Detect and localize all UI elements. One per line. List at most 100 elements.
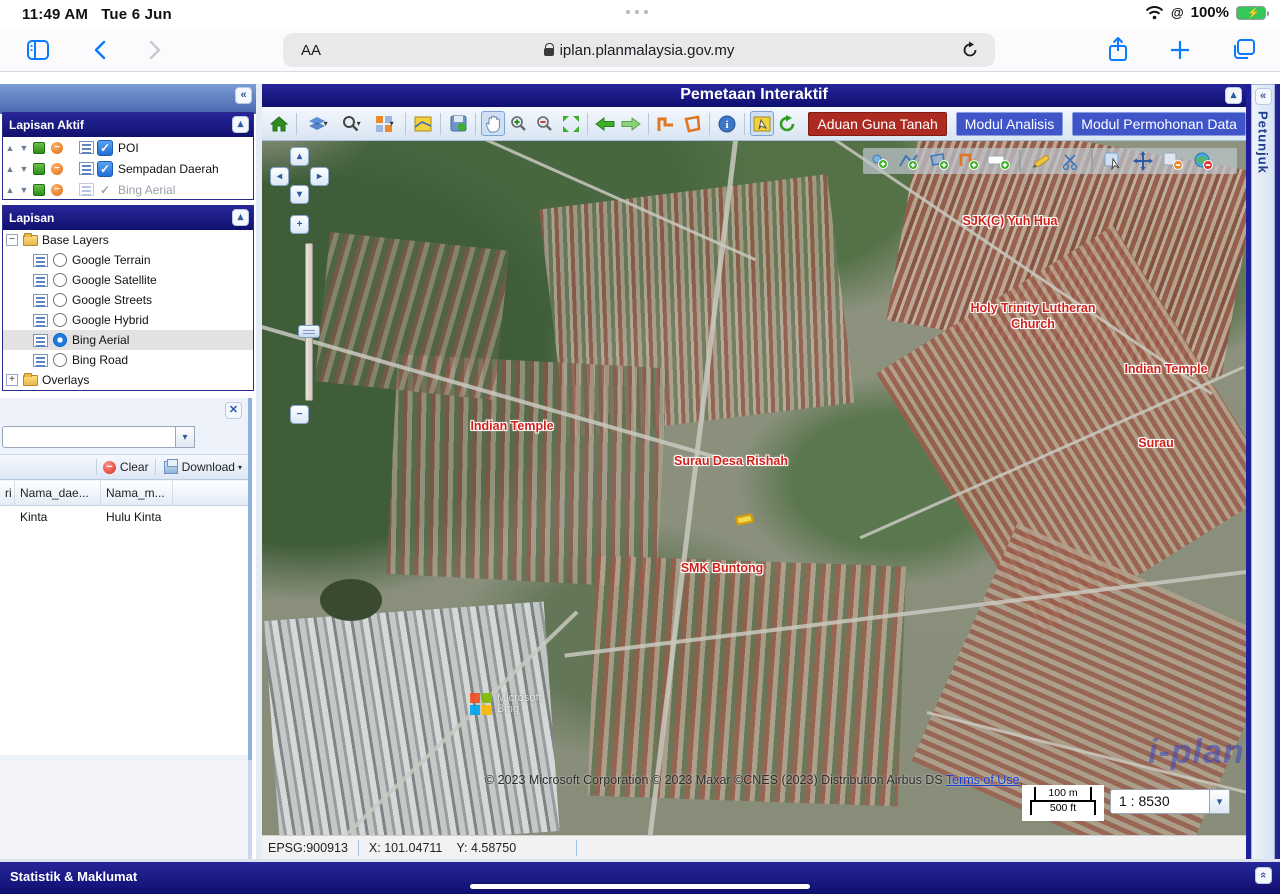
zoom-out-button[interactable]: − (290, 405, 309, 424)
baselayer-radio-selected[interactable] (53, 333, 67, 347)
zoom-slider-handle[interactable] (298, 325, 320, 338)
draw-line-button[interactable] (897, 151, 921, 171)
collapse-sidebar-button[interactable]: « (235, 87, 252, 104)
table-row[interactable]: Kinta Hulu Kinta (0, 506, 248, 529)
draw-point-button[interactable] (867, 151, 891, 171)
pan-north-button[interactable]: ▴ (290, 147, 309, 166)
baselayer-radio[interactable] (53, 353, 67, 367)
baselayer-radio[interactable] (53, 253, 67, 267)
basemap-menu-button[interactable]: ▾ (302, 111, 334, 136)
share-button[interactable] (1106, 36, 1130, 64)
search-combobox[interactable] (2, 426, 176, 448)
layer-style-icon[interactable] (33, 354, 48, 367)
move-down-icon[interactable]: ▼ (17, 143, 31, 153)
identify-tool-button[interactable] (750, 111, 774, 136)
draw-label-button[interactable] (987, 151, 1011, 171)
collapse-map-title-button[interactable]: ▴ (1225, 87, 1242, 104)
select-feature-button[interactable] (1101, 151, 1125, 171)
scale-select[interactable]: 1 : 8530 ▾ (1110, 789, 1230, 814)
close-results-button[interactable]: ✕ (225, 402, 242, 419)
move-down-icon[interactable]: ▼ (17, 185, 31, 195)
reload-button[interactable] (961, 41, 979, 59)
baselayer-row[interactable]: Bing Road (3, 350, 253, 370)
layer-table-icon[interactable] (33, 142, 45, 154)
address-bar[interactable]: AA iplan.planmalaysia.gov.my (283, 33, 995, 67)
aduan-guna-tanah-button[interactable]: Aduan Guna Tanah (808, 112, 946, 136)
tiles-menu-button[interactable]: ▾ (369, 111, 401, 136)
clear-features-button[interactable] (1191, 151, 1215, 171)
pan-west-button[interactable]: ◂ (270, 167, 289, 186)
baselayer-row[interactable]: Google Terrain (3, 250, 253, 270)
expand-node-icon[interactable]: + (6, 374, 18, 386)
draw-polygon-button[interactable] (927, 151, 951, 171)
collapse-node-icon[interactable]: − (6, 234, 18, 246)
info-button[interactable]: i (715, 111, 739, 136)
zoom-out-tool-button[interactable] (533, 111, 557, 136)
active-layer-row[interactable]: ▲▼ − ✓ POI (3, 137, 253, 158)
pan-south-button[interactable]: ▾ (290, 185, 309, 204)
download-button[interactable]: Download ▾ (162, 460, 242, 474)
back-button[interactable] (90, 38, 112, 62)
baselayer-radio[interactable] (53, 273, 67, 287)
baselayer-row[interactable]: Google Satellite (3, 270, 253, 290)
layer-checkbox[interactable]: ✓ (97, 161, 113, 177)
forward-button[interactable] (143, 38, 165, 62)
move-down-icon[interactable]: ▼ (17, 164, 31, 174)
tree-node-overlays[interactable]: + Overlays (3, 370, 253, 390)
baselayer-row[interactable]: Google Hybrid (3, 310, 253, 330)
layer-style-icon[interactable] (33, 334, 48, 347)
layer-table-icon[interactable] (33, 184, 45, 196)
modul-permohonan-data-button[interactable]: Modul Permohonan Data (1072, 112, 1246, 136)
expand-petunjuk-button[interactable]: « (1255, 88, 1272, 105)
east-panel-collapsed[interactable]: « Petunjuk (1246, 84, 1280, 860)
tree-node-base-layers[interactable]: − Base Layers (3, 230, 253, 250)
modul-analisis-button[interactable]: Modul Analisis (956, 112, 1064, 136)
sidebar-toggle-icon[interactable] (26, 38, 50, 62)
home-indicator[interactable] (470, 884, 810, 889)
edit-feature-button[interactable] (1029, 151, 1053, 171)
delete-feature-button[interactable] (1161, 151, 1185, 171)
layer-style-icon[interactable] (33, 314, 48, 327)
overview-map-button[interactable] (411, 111, 435, 136)
column-header[interactable]: Nama_m... (101, 481, 173, 505)
collapse-layers-button[interactable]: ▴ (232, 209, 249, 226)
baselayer-radio[interactable] (53, 293, 67, 307)
layer-table-icon[interactable] (33, 163, 45, 175)
zoom-in-tool-button[interactable] (507, 111, 531, 136)
refresh-button[interactable] (776, 111, 800, 136)
draw-measure-button[interactable] (957, 151, 981, 171)
petunjuk-tab[interactable]: Petunjuk (1256, 111, 1271, 174)
pan-tool-button[interactable] (481, 111, 505, 136)
collapse-active-layers-button[interactable]: ▴ (232, 116, 249, 133)
previous-extent-button[interactable] (593, 111, 617, 136)
layer-style-icon[interactable] (33, 254, 48, 267)
column-header[interactable]: ri (0, 481, 15, 505)
measure-length-button[interactable] (654, 111, 678, 136)
baselayer-row[interactable]: Google Streets (3, 290, 253, 310)
layer-style-icon[interactable] (33, 274, 48, 287)
active-layer-row[interactable]: ▲▼ − ✓ Bing Aerial (3, 179, 253, 200)
zoom-slider-track[interactable] (305, 243, 313, 401)
full-extent-button[interactable] (559, 111, 583, 136)
baselayer-row-selected[interactable]: Bing Aerial (3, 330, 253, 350)
layer-style-icon[interactable] (79, 162, 94, 175)
move-up-icon[interactable]: ▲ (3, 143, 17, 153)
scale-dropdown-icon[interactable]: ▾ (1210, 789, 1230, 814)
expand-statistik-button[interactable]: « (1255, 867, 1272, 884)
tabs-button[interactable] (1231, 38, 1257, 62)
active-layer-row[interactable]: ▲▼ − ✓ Sempadan Daerah (3, 158, 253, 179)
split-feature-button[interactable] (1059, 151, 1083, 171)
move-up-icon[interactable]: ▲ (3, 185, 17, 195)
terms-of-use-link[interactable]: Terms of Use (946, 773, 1020, 787)
map-canvas[interactable]: ▴ ◂ ▸ ▾ + − (262, 141, 1246, 835)
layer-style-icon[interactable] (79, 141, 94, 154)
home-extent-button[interactable] (267, 111, 291, 136)
combobox-dropdown-icon[interactable]: ▾ (176, 426, 195, 448)
measure-area-button[interactable] (680, 111, 704, 136)
pan-east-button[interactable]: ▸ (310, 167, 329, 186)
layer-style-icon[interactable] (33, 294, 48, 307)
save-map-button[interactable] (446, 111, 470, 136)
search-menu-button[interactable]: ▾ (335, 111, 367, 136)
baselayer-radio[interactable] (53, 313, 67, 327)
statistik-bar[interactable]: Statistik & Maklumat « (0, 862, 1280, 894)
